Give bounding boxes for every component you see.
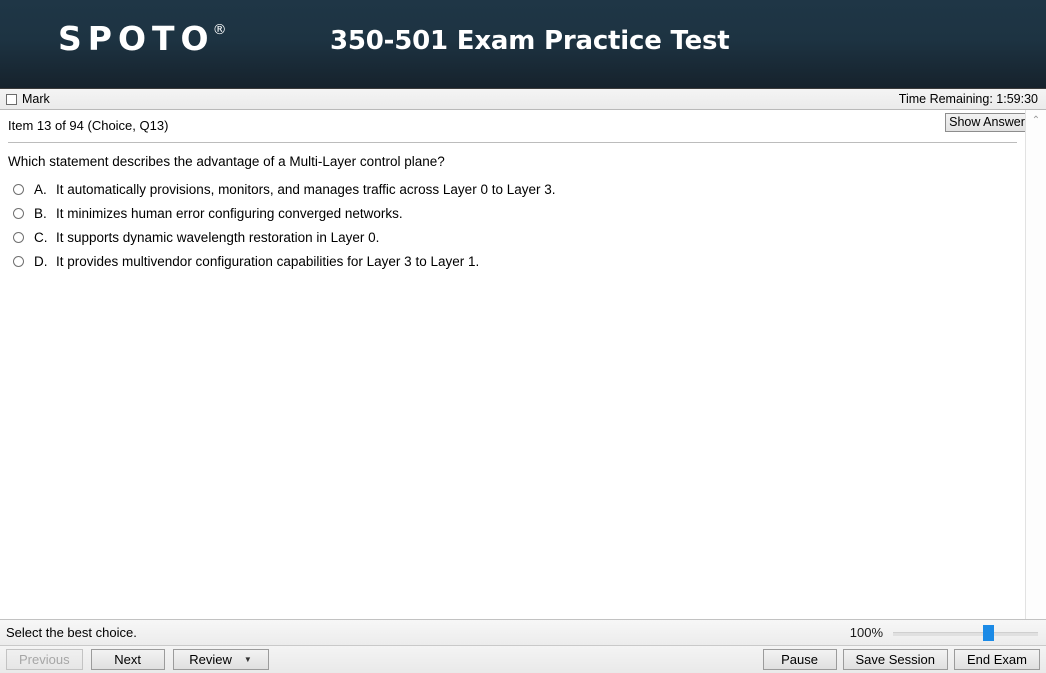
choice-text-b: It minimizes human error configuring con…: [56, 206, 403, 222]
zoom-slider-thumb[interactable]: [982, 624, 994, 641]
registered-trademark-icon: ®: [212, 22, 227, 38]
item-header-row: Item 13 of 94 (Choice, Q13) Show Answer: [0, 110, 1029, 140]
exam-app-window: SPOTO® 350-501 Exam Practice Test Mark T…: [0, 0, 1046, 673]
radio-button-d[interactable]: [13, 256, 24, 268]
choice-text-a: It automatically provisions, monitors, a…: [56, 182, 556, 198]
zoom-percent-label: 100%: [849, 625, 883, 640]
save-session-button[interactable]: Save Session: [842, 649, 949, 670]
choice-letter-c: C.: [34, 230, 48, 246]
chevron-down-icon: ▼: [243, 654, 252, 664]
item-counter-label: Item 13 of 94 (Choice, Q13): [8, 117, 169, 133]
session-button-group: Pause Save Session End Exam: [762, 649, 1040, 670]
question-body-area: Item 13 of 94 (Choice, Q13) Show Answer …: [0, 110, 1046, 619]
radio-button-a[interactable]: [13, 184, 24, 196]
status-bar: Select the best choice. 100%: [0, 619, 1046, 646]
choice-letter-d: D.: [34, 254, 48, 270]
mark-bar: Mark Time Remaining: 1:59:30: [0, 88, 1046, 110]
review-label: Review: [189, 652, 232, 667]
vertical-scrollbar[interactable]: ⌃: [1025, 110, 1046, 619]
navigation-button-bar: Previous Next Review ▼ Pause Save Sessio…: [0, 646, 1046, 673]
choice-text-c: It supports dynamic wavelength restorati…: [56, 230, 380, 246]
question-content: Item 13 of 94 (Choice, Q13) Show Answer …: [0, 110, 1029, 619]
choices-list: A. It automatically provisions, monitors…: [0, 171, 1025, 271]
zoom-slider-track[interactable]: [893, 631, 1038, 636]
scrollbar-track[interactable]: [1029, 128, 1043, 619]
spoto-logo-text: SPOTO: [58, 19, 215, 58]
mark-checkbox[interactable]: [6, 93, 17, 105]
next-button[interactable]: Next: [90, 649, 165, 670]
zoom-control-group: 100%: [849, 624, 1038, 641]
choice-letter-a: A.: [34, 182, 47, 198]
radio-button-b[interactable]: [13, 208, 24, 220]
app-header: SPOTO® 350-501 Exam Practice Test: [0, 0, 1046, 88]
status-hint-text: Select the best choice.: [6, 625, 137, 640]
spoto-logo: SPOTO®: [58, 22, 229, 55]
previous-button[interactable]: Previous: [6, 649, 83, 670]
choice-text-d: It provides multivendor configuration ca…: [56, 254, 480, 270]
mark-label: Mark: [22, 92, 50, 106]
zoom-slider[interactable]: [893, 624, 1038, 641]
exam-title: 350-501 Exam Practice Test: [330, 26, 730, 56]
choice-option-d[interactable]: D. It provides multivendor configuration…: [8, 252, 1017, 271]
show-answer-button[interactable]: Show Answer: [945, 113, 1029, 132]
choice-option-b[interactable]: B. It minimizes human error configuring …: [8, 204, 1017, 223]
radio-button-c[interactable]: [13, 232, 24, 244]
choice-option-a[interactable]: A. It automatically provisions, monitors…: [8, 180, 1017, 199]
choice-letter-b: B.: [34, 206, 47, 222]
scroll-up-arrow-icon[interactable]: ⌃: [1026, 112, 1046, 128]
time-remaining: Time Remaining: 1:59:30: [898, 92, 1038, 106]
choice-option-c[interactable]: C. It supports dynamic wavelength restor…: [8, 228, 1017, 247]
pause-button[interactable]: Pause: [762, 649, 837, 670]
mark-checkbox-group[interactable]: Mark: [6, 92, 50, 106]
end-exam-button[interactable]: End Exam: [954, 649, 1040, 670]
question-text: Which statement describes the advantage …: [8, 154, 445, 169]
review-dropdown-button[interactable]: Review ▼: [172, 649, 269, 670]
